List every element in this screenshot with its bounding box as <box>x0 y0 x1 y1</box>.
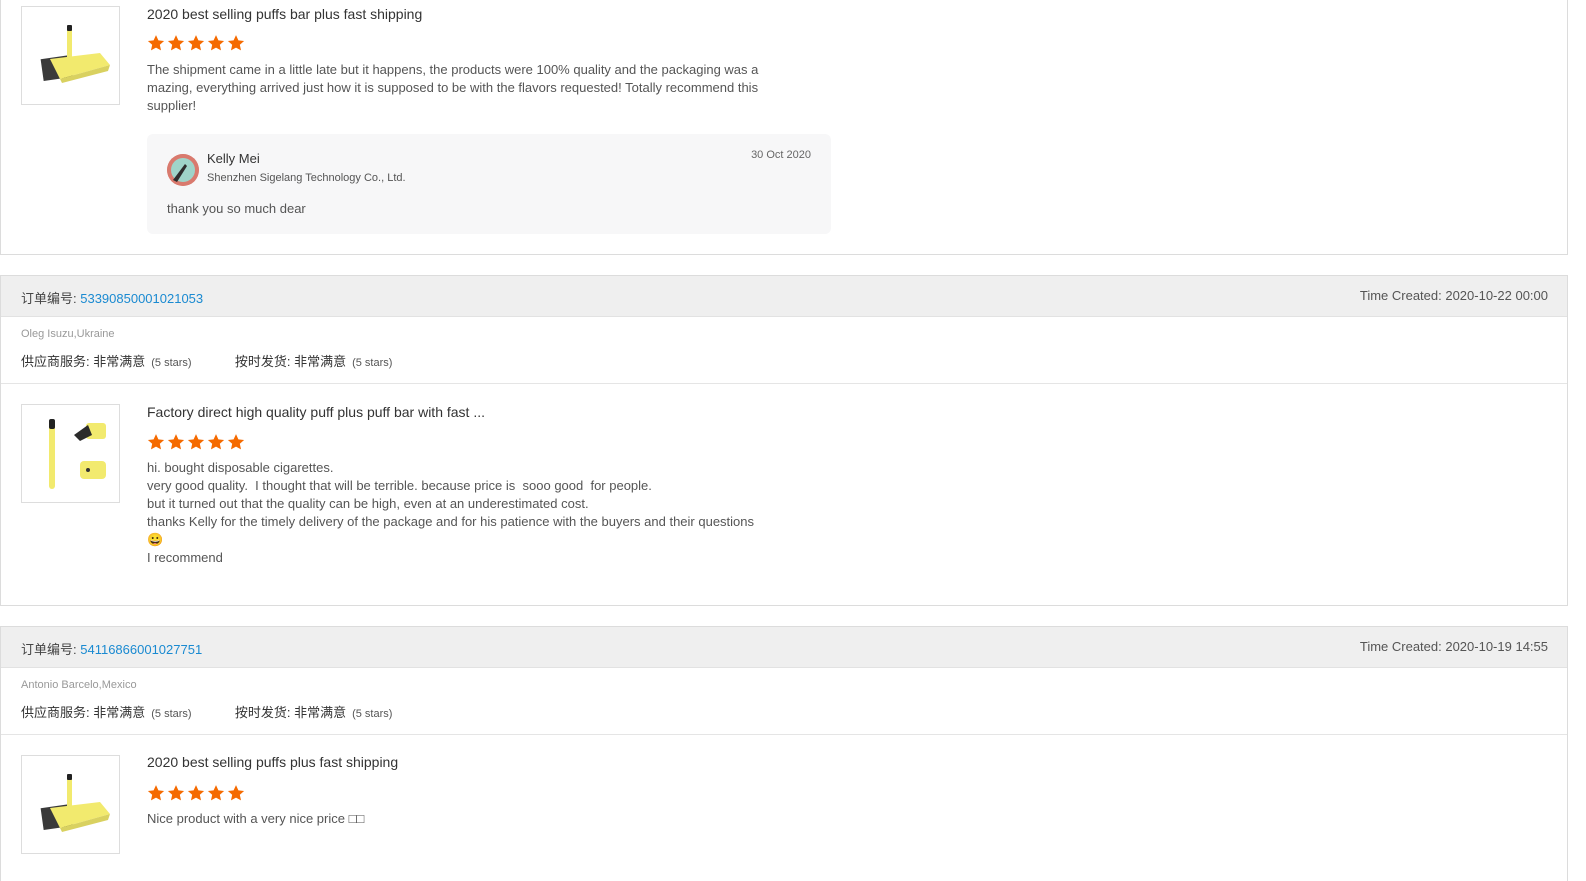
product-image <box>40 774 110 832</box>
star-icon <box>147 785 165 801</box>
star-rating <box>147 34 245 52</box>
ratings-row: 供应商服务: 非常满意 (5 stars) 按时发货: 非常满意 (5 stars) <box>21 351 392 370</box>
review-text: hi. bought disposable cigarettes. very go… <box>147 459 807 567</box>
buyer-name: Antonio Barcelo,Mexico <box>21 679 137 691</box>
review-text-line: The shipment came in a little late but i… <box>147 62 759 77</box>
star-icon <box>227 434 245 450</box>
avatar <box>167 154 199 186</box>
star-icon <box>207 434 225 450</box>
divider <box>1 734 1567 735</box>
ontime-label: 按时发货: <box>234 705 295 720</box>
product-title[interactable]: 2020 best selling puffs plus fast shippi… <box>147 754 398 770</box>
review-text-line: hi. bought disposable cigarettes. <box>147 460 334 475</box>
reply-company: Shenzhen Sigelang Technology Co., Ltd. <box>207 172 406 184</box>
avatar-image <box>167 154 199 186</box>
review-text-line: I recommend <box>147 550 223 565</box>
ontime-stars: (5 stars) <box>352 357 393 369</box>
review-text-line: mazing, everything arrived just how it i… <box>147 80 759 95</box>
supplier-service-label: 供应商服务: <box>21 705 94 720</box>
supplier-service-label: 供应商服务: <box>21 354 94 369</box>
buyer-name: Oleg Isuzu,Ukraine <box>21 328 115 340</box>
review-text-line: supplier! <box>147 98 197 113</box>
star-icon <box>207 785 225 801</box>
product-title[interactable]: 2020 best selling puffs bar plus fast sh… <box>147 6 422 22</box>
star-icon <box>167 785 185 801</box>
review-card: 订单编号: 54116866001027751 Time Created: 20… <box>0 626 1568 881</box>
ontime-stars: (5 stars) <box>352 708 393 720</box>
review-text: Nice product with a very nice price □□ <box>147 810 807 828</box>
ontime-value: 非常满意 <box>294 705 347 720</box>
supplier-service-value: 非常满意 <box>93 354 146 369</box>
star-icon <box>167 434 185 450</box>
ontime-label: 按时发货: <box>234 354 295 369</box>
review-text-line: Nice product with a very nice price □□ <box>147 811 365 826</box>
reply-date: 30 Oct 2020 <box>751 149 811 161</box>
review-text-line: but it turned out that the quality can b… <box>147 496 589 511</box>
review-text-line: 😀 <box>147 532 164 547</box>
star-icon <box>187 785 205 801</box>
reply-text: thank you so much dear <box>167 201 306 216</box>
star-icon <box>187 35 205 51</box>
product-thumbnail[interactable] <box>21 6 120 105</box>
order-number-link[interactable]: 54116866001027751 <box>80 642 202 657</box>
star-rating <box>147 784 245 802</box>
order-number-label: 订单编号: 54116866001027751 <box>21 639 202 658</box>
review-card: 2020 best selling puffs bar plus fast sh… <box>0 0 1568 255</box>
order-label-text: 订单编号: <box>21 291 81 306</box>
product-thumbnail[interactable] <box>21 404 120 503</box>
ratings-row: 供应商服务: 非常满意 (5 stars) 按时发货: 非常满意 (5 stars) <box>21 702 392 721</box>
product-image <box>49 419 106 489</box>
star-icon <box>147 35 165 51</box>
product-thumbnail[interactable] <box>21 755 120 854</box>
review-text-line: very good quality. I thought that will b… <box>147 478 652 493</box>
product-title[interactable]: Factory direct high quality puff plus pu… <box>147 404 485 420</box>
review-text-line: thanks Kelly for the timely delivery of … <box>147 514 755 529</box>
product-image <box>40 25 110 83</box>
star-icon <box>207 35 225 51</box>
star-rating <box>147 433 245 451</box>
star-icon <box>147 434 165 450</box>
star-icon <box>187 434 205 450</box>
order-header: 订单编号: 54116866001027751 Time Created: 20… <box>1 627 1567 668</box>
order-number-label: 订单编号: 53390850001021053 <box>21 288 203 307</box>
star-icon <box>167 35 185 51</box>
review-card: 订单编号: 53390850001021053 Time Created: 20… <box>0 275 1568 606</box>
supplier-service-value: 非常满意 <box>93 705 146 720</box>
ontime-value: 非常满意 <box>294 354 347 369</box>
supplier-service-stars: (5 stars) <box>151 708 192 720</box>
order-label-text: 订单编号: <box>21 642 81 657</box>
star-icon <box>227 35 245 51</box>
order-header: 订单编号: 53390850001021053 Time Created: 20… <box>1 276 1567 317</box>
order-number-link[interactable]: 53390850001021053 <box>80 291 203 306</box>
supplier-service-stars: (5 stars) <box>151 357 192 369</box>
star-icon <box>227 785 245 801</box>
time-created: Time Created: 2020-10-22 00:00 <box>1359 288 1548 303</box>
divider <box>1 383 1567 384</box>
supplier-reply: Kelly Mei Shenzhen Sigelang Technology C… <box>147 134 831 234</box>
reply-author-name: Kelly Mei <box>207 151 260 166</box>
time-created: Time Created: 2020-10-19 14:55 <box>1359 639 1548 654</box>
review-text: The shipment came in a little late but i… <box>147 61 807 115</box>
